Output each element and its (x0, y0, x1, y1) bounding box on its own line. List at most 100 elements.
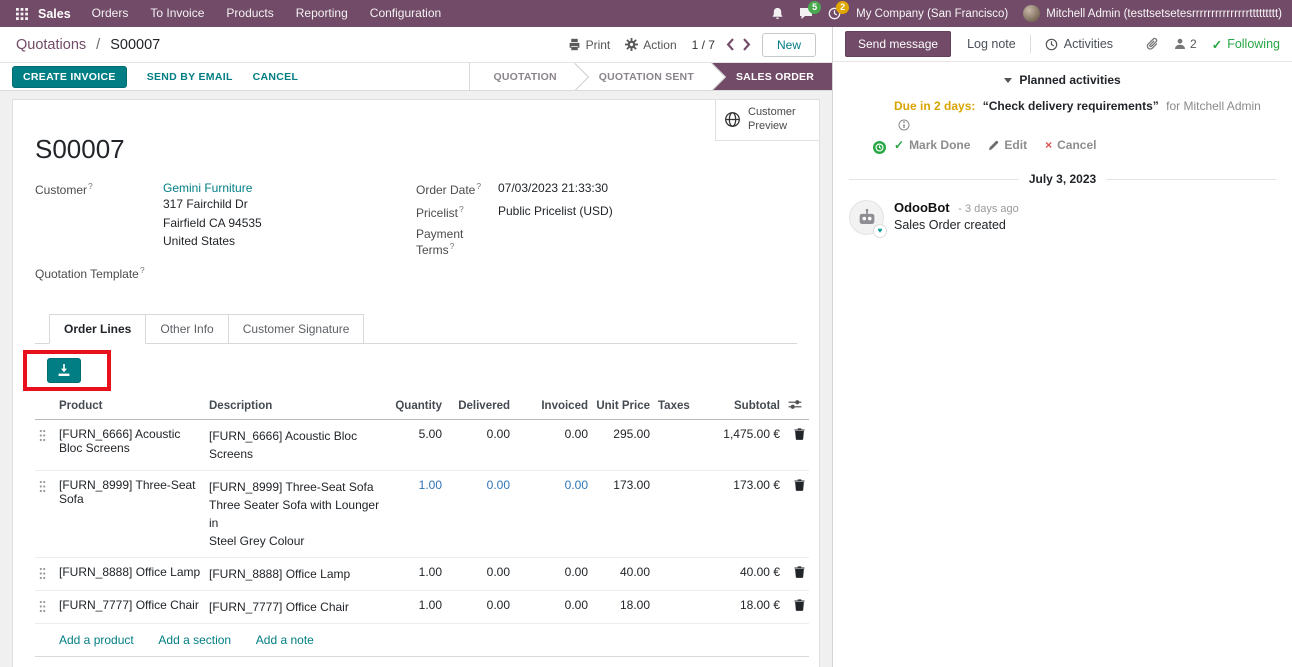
customer-preview-button[interactable]: Customer Preview (715, 100, 819, 141)
send-by-email-button[interactable]: SEND BY EMAIL (147, 71, 233, 83)
product-cell[interactable]: [FURN_6666] Acoustic Bloc Screens (55, 419, 205, 470)
action-button[interactable]: Action (625, 38, 676, 52)
menu-configuration[interactable]: Configuration (359, 0, 452, 27)
cancel-label: Cancel (1057, 138, 1096, 152)
quantity-cell[interactable]: 1.00 (388, 590, 446, 623)
taxes-cell[interactable] (654, 470, 696, 557)
add-a-product-link[interactable]: Add a product (59, 633, 134, 647)
optional-columns-icon[interactable] (784, 393, 809, 420)
date-separator-label: July 3, 2023 (1029, 172, 1096, 186)
tab-order-lines[interactable]: Order Lines (49, 314, 146, 344)
drag-handle-icon[interactable] (35, 590, 55, 623)
step-quotation[interactable]: QUOTATION (470, 63, 575, 90)
info-icon[interactable] (898, 119, 910, 131)
apps-menu-icon[interactable] (10, 8, 34, 20)
messages-icon[interactable]: 5 (799, 7, 813, 20)
delete-line-icon[interactable] (784, 419, 809, 470)
product-cell[interactable]: [FURN_8888] Office Lamp (55, 557, 205, 590)
tab-other-info[interactable]: Other Info (146, 314, 228, 344)
menu-products[interactable]: Products (215, 0, 284, 27)
breadcrumb-quotations-link[interactable]: Quotations (16, 37, 86, 53)
log-note-button[interactable]: Log note (967, 37, 1016, 51)
cancel-button[interactable]: CANCEL (253, 71, 299, 83)
annotation-highlight-box (23, 350, 111, 391)
print-button[interactable]: Print (568, 38, 611, 52)
pager-previous-icon[interactable] (726, 38, 735, 51)
send-message-button[interactable]: Send message (845, 31, 951, 57)
taxes-cell[interactable] (654, 557, 696, 590)
product-cell[interactable]: [FURN_8999] Three-Seat Sofa (55, 470, 205, 557)
new-button[interactable]: New (762, 33, 816, 57)
drag-handle-icon[interactable] (35, 557, 55, 590)
menu-to-invoice[interactable]: To Invoice (139, 0, 215, 27)
unit-price-cell[interactable]: 40.00 (592, 557, 654, 590)
pricelist-field[interactable]: Public Pricelist (USD) (498, 204, 613, 220)
description-cell[interactable]: [FURN_7777] Office Chair (205, 590, 388, 623)
delete-line-icon[interactable] (784, 557, 809, 590)
date-separator: July 3, 2023 (849, 172, 1276, 186)
unit-price-cell[interactable]: 295.00 (592, 419, 654, 470)
planned-activities-toggle[interactable]: Planned activities (833, 62, 1292, 95)
step-quotation-sent[interactable]: QUOTATION SENT (575, 63, 712, 90)
person-icon (1174, 38, 1186, 50)
quotation-template-label: Quotation Template? (35, 265, 163, 281)
activities-label: Activities (1064, 37, 1113, 51)
notifications-bell-icon[interactable] (771, 7, 784, 20)
delete-line-icon[interactable] (784, 470, 809, 557)
app-name[interactable]: Sales (34, 7, 81, 21)
create-invoice-button[interactable]: CREATE INVOICE (12, 66, 127, 88)
pager-next-icon[interactable] (742, 38, 751, 51)
product-cell[interactable]: [FURN_7777] Office Chair (55, 590, 205, 623)
schedule-activity-button[interactable]: Activities (1045, 37, 1113, 51)
followers-button[interactable]: 2 (1174, 37, 1197, 51)
add-a-note-link[interactable]: Add a note (256, 633, 314, 647)
delivered-cell[interactable]: 0.00 (446, 470, 514, 557)
quantity-header: Quantity (388, 393, 446, 420)
edit-activity-button[interactable]: Edit (988, 138, 1027, 152)
drag-handle-icon[interactable] (35, 470, 55, 557)
mark-done-button[interactable]: ✓ Mark Done (894, 138, 970, 152)
user-menu[interactable]: Mitchell Admin (testtsetsetesrrrrrrrrrrr… (1023, 5, 1282, 22)
quantity-cell[interactable]: 5.00 (388, 419, 446, 470)
invoiced-cell[interactable]: 0.00 (514, 590, 592, 623)
check-icon: ✓ (1212, 37, 1222, 52)
description-cell[interactable]: [FURN_6666] Acoustic Bloc Screens (205, 419, 388, 470)
unit-price-cell[interactable]: 173.00 (592, 470, 654, 557)
cancel-activity-button[interactable]: × Cancel (1045, 138, 1096, 152)
customer-label: Customer? (35, 181, 163, 251)
menu-orders[interactable]: Orders (81, 0, 140, 27)
company-switcher[interactable]: My Company (San Francisco) (856, 8, 1008, 20)
activities-clock-icon[interactable]: 2 (828, 7, 841, 20)
taxes-cell[interactable] (654, 419, 696, 470)
order-date-field[interactable]: 07/03/2023 21:33:30 (498, 181, 608, 197)
description-cell[interactable]: [FURN_8888] Office Lamp (205, 557, 388, 590)
description-cell[interactable]: [FURN_8999] Three-Seat Sofa Three Seater… (205, 470, 388, 557)
step-sales-order[interactable]: SALES ORDER (712, 63, 832, 90)
delivered-header: Delivered (446, 393, 514, 420)
delivered-cell[interactable]: 0.00 (446, 590, 514, 623)
delete-line-icon[interactable] (784, 590, 809, 623)
planned-activities-label: Planned activities (1019, 73, 1120, 87)
menu-reporting[interactable]: Reporting (285, 0, 359, 27)
attachment-paperclip-icon[interactable] (1146, 37, 1159, 51)
add-a-section-link[interactable]: Add a section (158, 633, 231, 647)
quantity-cell[interactable]: 1.00 (388, 470, 446, 557)
globe-icon (724, 111, 741, 128)
taxes-cell[interactable] (654, 590, 696, 623)
customer-value-link[interactable]: Gemini Furniture (163, 181, 252, 195)
notebook-tabs: Order Lines Other Info Customer Signatur… (35, 314, 797, 344)
delivered-cell[interactable]: 0.00 (446, 419, 514, 470)
activities-badge: 2 (836, 1, 849, 14)
import-records-button[interactable] (47, 358, 81, 383)
following-button[interactable]: ✓ Following (1212, 37, 1280, 52)
tab-customer-signature[interactable]: Customer Signature (229, 314, 365, 344)
drag-handle-icon[interactable] (35, 419, 55, 470)
invoiced-cell[interactable]: 0.00 (514, 470, 592, 557)
quantity-cell[interactable]: 1.00 (388, 557, 446, 590)
edit-label: Edit (1004, 138, 1027, 152)
unit-price-cell[interactable]: 18.00 (592, 590, 654, 623)
invoiced-cell[interactable]: 0.00 (514, 557, 592, 590)
delivered-cell[interactable]: 0.00 (446, 557, 514, 590)
systray: 5 2 My Company (San Francisco) Mitchell … (771, 5, 1282, 22)
invoiced-cell[interactable]: 0.00 (514, 419, 592, 470)
